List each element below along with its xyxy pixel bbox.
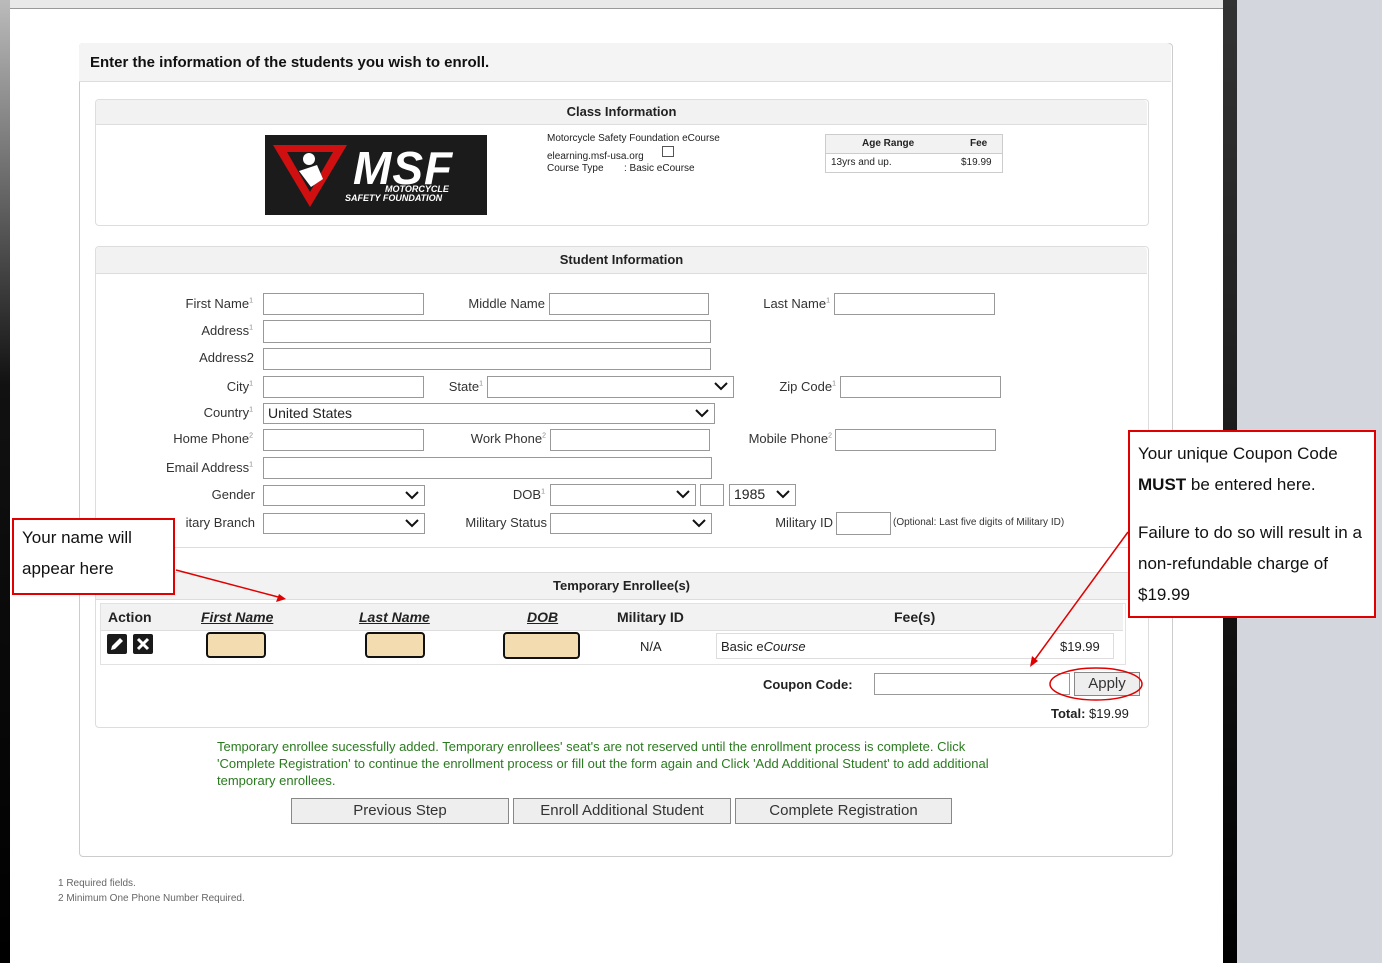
coupon-note-line2: MUST be entered here.: [1138, 475, 1316, 494]
apply-highlight-circle: [1049, 667, 1143, 701]
name-note-text: Your name will appear here: [22, 528, 132, 578]
coupon-note-line3: Failure to do so will result in a non-re…: [1138, 523, 1362, 604]
coupon-note-line1: Your unique Coupon Code: [1138, 444, 1338, 463]
